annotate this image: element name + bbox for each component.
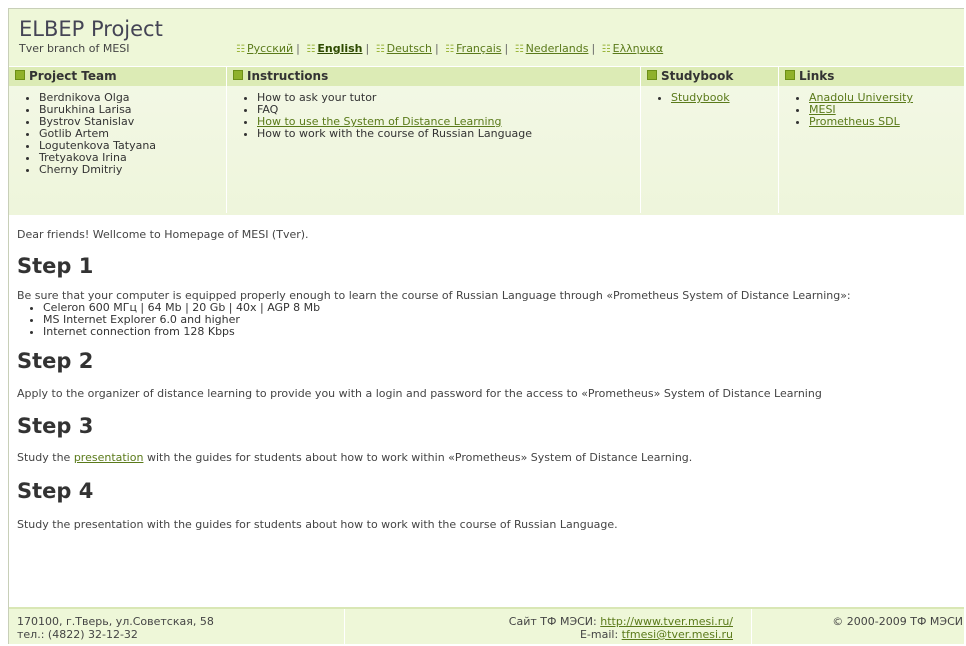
flag-icon: ☷ xyxy=(514,44,524,55)
studybook-link[interactable]: Studybook xyxy=(671,91,730,104)
links-list: Anadolu University MESI Prometheus SDL xyxy=(779,92,964,128)
page-frame: ELBEP Project Tver branch of MESI ☷ Русск… xyxy=(8,8,964,644)
lang-link-greek[interactable]: Ελληνικα xyxy=(613,42,664,55)
divider xyxy=(344,609,345,644)
column-heading: Studybook xyxy=(641,67,778,86)
column-heading: Project Team xyxy=(9,67,226,86)
footer-email-label: E-mail: xyxy=(579,628,622,641)
list-item: How to work with the course of Russian L… xyxy=(257,128,640,140)
step3-text: Study the presentation with the guides f… xyxy=(17,451,964,464)
requirements-list: Celeron 600 МГц | 64 Mb | 20 Gb | 40x | … xyxy=(17,302,964,338)
step3-text-before: Study the xyxy=(17,451,74,464)
list-item: Cherny Dmitriy xyxy=(39,164,226,176)
column-heading-label: Studybook xyxy=(661,69,734,83)
step4-title: Step 4 xyxy=(17,479,94,503)
square-bullet-icon xyxy=(647,70,657,80)
studybook-list: Studybook xyxy=(641,92,778,104)
lang-link-francais[interactable]: Français xyxy=(456,42,501,55)
step3-title: Step 3 xyxy=(17,414,94,438)
studybook-column: Studybook Studybook xyxy=(641,67,779,213)
column-heading-label: Links xyxy=(799,69,835,83)
flag-icon: ☷ xyxy=(375,44,385,55)
step2-text: Apply to the organizer of distance learn… xyxy=(17,387,822,400)
step2-title: Step 2 xyxy=(17,349,94,373)
column-heading-label: Instructions xyxy=(247,69,329,83)
site-header: ELBEP Project Tver branch of MESI ☷ Русск… xyxy=(9,9,964,66)
presentation-link[interactable]: presentation xyxy=(74,451,144,464)
footer-site-link[interactable]: http://www.tver.mesi.ru/ xyxy=(600,615,733,628)
footer-contact-block: Сайт ТФ МЭСИ: http://www.tver.mesi.ru/ E… xyxy=(509,615,733,641)
flag-icon: ☷ xyxy=(306,44,316,55)
flag-icon: ☷ xyxy=(445,44,455,55)
site-title: ELBEP Project xyxy=(19,17,163,41)
footer-address: 170100, г.Тверь, ул.Советская, 58 xyxy=(17,615,214,628)
list-item: Prometheus SDL xyxy=(809,116,964,128)
top-columns: Project Team Berdnikova Olga Burukhina L… xyxy=(9,67,964,215)
separator: | xyxy=(296,42,300,55)
instructions-column: Instructions How to ask your tutor FAQ H… xyxy=(227,67,641,213)
team-list: Berdnikova Olga Burukhina Larisa Bystrov… xyxy=(9,92,226,176)
flag-icon: ☷ xyxy=(236,44,245,55)
separator: | xyxy=(504,42,509,55)
list-item: Studybook xyxy=(671,92,778,104)
step1-title: Step 1 xyxy=(17,254,94,278)
lang-link-deutsch[interactable]: Deutsch xyxy=(387,42,432,55)
project-team-column: Project Team Berdnikova Olga Burukhina L… xyxy=(9,67,227,213)
column-heading: Links xyxy=(779,67,964,86)
site-footer: 170100, г.Тверь, ул.Советская, 58 тел.: … xyxy=(9,607,964,644)
footer-address-block: 170100, г.Тверь, ул.Советская, 58 тел.: … xyxy=(17,615,214,641)
column-heading: Instructions xyxy=(227,67,640,86)
footer-phone: тел.: (4822) 32-12-32 xyxy=(17,628,138,641)
footer-email-line: E-mail: tfmesi@tver.mesi.ru xyxy=(509,628,733,641)
separator: | xyxy=(434,42,439,55)
footer-email-link[interactable]: tfmesi@tver.mesi.ru xyxy=(622,628,733,641)
footer-copyright: © 2000-2009 ТФ МЭСИ xyxy=(832,615,963,628)
language-switcher: ☷ Русский | ☷ English | ☷ Deutsch | ☷ Français |… xyxy=(236,42,663,55)
prometheus-link[interactable]: Prometheus SDL xyxy=(809,115,900,128)
separator: | xyxy=(365,42,370,55)
site-subtitle: Tver branch of MESI xyxy=(19,42,130,55)
step3-text-after: with the guides for students about how t… xyxy=(143,451,693,464)
flag-icon: ☷ xyxy=(601,44,611,55)
footer-site-line: Сайт ТФ МЭСИ: http://www.tver.mesi.ru/ xyxy=(509,615,733,628)
step4-text: Study the presentation with the guides f… xyxy=(17,518,618,531)
main-content: Dear friends! Wellcome to Homepage of ME… xyxy=(9,215,964,531)
list-item: How to ask your tutor xyxy=(257,92,640,104)
intro-text: Dear friends! Wellcome to Homepage of ME… xyxy=(17,228,309,241)
square-bullet-icon xyxy=(785,70,795,80)
lang-link-english[interactable]: English xyxy=(317,42,362,55)
instructions-list: How to ask your tutor FAQ How to use the… xyxy=(227,92,640,140)
separator: | xyxy=(591,42,596,55)
footer-site-label: Сайт ТФ МЭСИ: xyxy=(508,615,601,628)
list-item: Internet connection from 128 Kbps xyxy=(43,326,964,338)
square-bullet-icon xyxy=(15,70,25,80)
square-bullet-icon xyxy=(233,70,243,80)
lang-link-russian[interactable]: Русский xyxy=(247,42,293,55)
divider xyxy=(751,609,752,644)
lang-link-nederlands[interactable]: Nederlands xyxy=(526,42,589,55)
links-column: Links Anadolu University MESI Prometheus… xyxy=(779,67,964,213)
column-heading-label: Project Team xyxy=(29,69,117,83)
